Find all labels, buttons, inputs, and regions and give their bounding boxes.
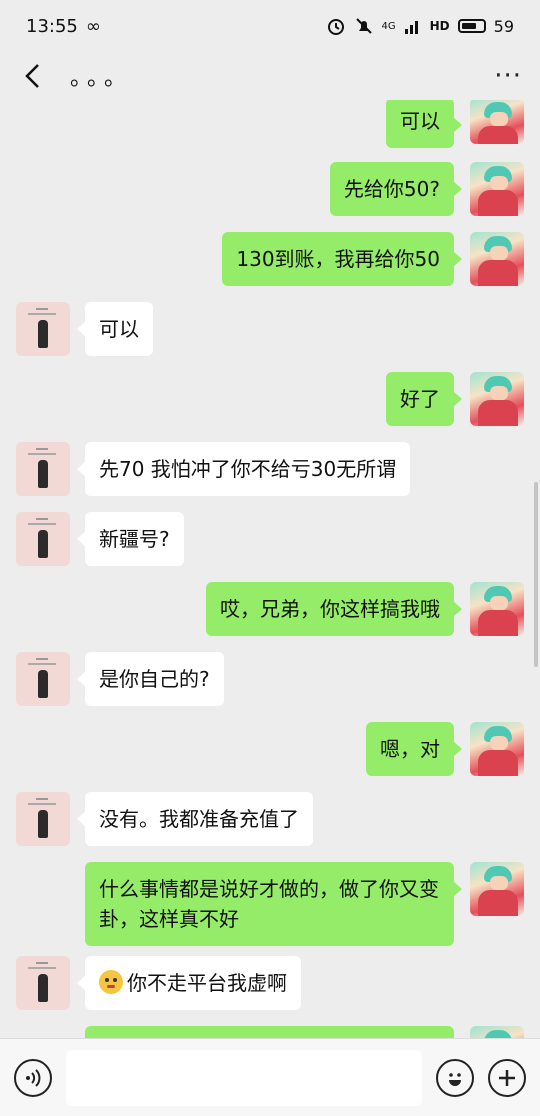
- my-message-bubble[interactable]: 先给你50?: [329, 162, 463, 216]
- my-avatar[interactable]: [470, 372, 524, 426]
- contact-message-bubble[interactable]: 可以: [77, 302, 153, 356]
- more-icon[interactable]: ···: [494, 61, 522, 91]
- contact-message-bubble[interactable]: 没有。我都准备充值了: [77, 792, 313, 846]
- emoji-icon[interactable]: [436, 1058, 474, 1097]
- chat-header: 。。。 ···: [0, 52, 540, 100]
- chat-title: 。。。: [70, 66, 133, 91]
- input-bar: [0, 1038, 540, 1116]
- flushed-face-emoji: [99, 970, 123, 994]
- message-input[interactable]: [66, 1049, 422, 1106]
- contact-avatar[interactable]: [16, 442, 70, 496]
- contact-avatar[interactable]: [16, 512, 70, 566]
- alarm-icon: [327, 19, 344, 35]
- battery-icon: [457, 19, 486, 33]
- network-label: 4G: [381, 20, 396, 32]
- signal-icon: [404, 21, 418, 34]
- status-icons: 4G HD 59: [326, 16, 514, 36]
- my-message-bubble[interactable]: 130到账，我再给你50: [222, 232, 462, 286]
- contact-message-bubble[interactable]: 新疆号?: [77, 512, 184, 566]
- my-message-bubble[interactable]: 可以: [386, 100, 462, 148]
- contact-avatar[interactable]: [16, 652, 70, 706]
- my-avatar[interactable]: [470, 1026, 524, 1038]
- contact-avatar[interactable]: [16, 956, 70, 1010]
- contact-message-bubble[interactable]: 你不走平台我虚啊: [77, 956, 301, 1010]
- plus-icon[interactable]: [488, 1058, 526, 1097]
- my-message-bubble[interactable]: 好了: [386, 372, 462, 426]
- scrollbar[interactable]: [534, 482, 538, 667]
- chat-area[interactable]: 可以 先给你50? 130到账，我再给你50 可以 好了 先70 我怕冲了你不给…: [0, 100, 540, 1038]
- hd-label: HD: [429, 19, 450, 33]
- back-arrow-icon[interactable]: [18, 61, 48, 91]
- message-text: 你不走平台我虚啊: [127, 971, 287, 995]
- my-avatar[interactable]: [470, 722, 524, 776]
- voice-icon[interactable]: [14, 1058, 52, 1097]
- my-avatar[interactable]: [470, 100, 524, 144]
- contact-avatar[interactable]: [16, 792, 70, 846]
- my-avatar[interactable]: [470, 162, 524, 216]
- status-bar: 13:55 ∞ 4G HD 59: [0, 0, 540, 52]
- my-avatar[interactable]: [470, 862, 524, 916]
- my-avatar[interactable]: [470, 232, 524, 286]
- contact-message-bubble[interactable]: 是你自己的?: [77, 652, 224, 706]
- infinity-icon: ∞: [85, 15, 101, 37]
- mute-icon: [355, 18, 372, 34]
- my-message-bubble[interactable]: 什么事情都是说好才做的，做了你又变卦，这样真不好: [85, 862, 462, 946]
- contact-avatar[interactable]: [16, 302, 70, 356]
- my-avatar[interactable]: [470, 582, 524, 636]
- contact-message-bubble[interactable]: 先70 我怕冲了你不给亏30无所谓: [76, 442, 411, 496]
- my-message-bubble[interactable]: 哎，兄弟，你这样搞我哦: [206, 582, 462, 636]
- battery-level: 59: [493, 16, 514, 36]
- my-message-bubble[interactable]: [85, 1026, 454, 1038]
- status-time: 13:55: [26, 15, 78, 37]
- my-message-bubble[interactable]: 嗯，对: [366, 722, 462, 776]
